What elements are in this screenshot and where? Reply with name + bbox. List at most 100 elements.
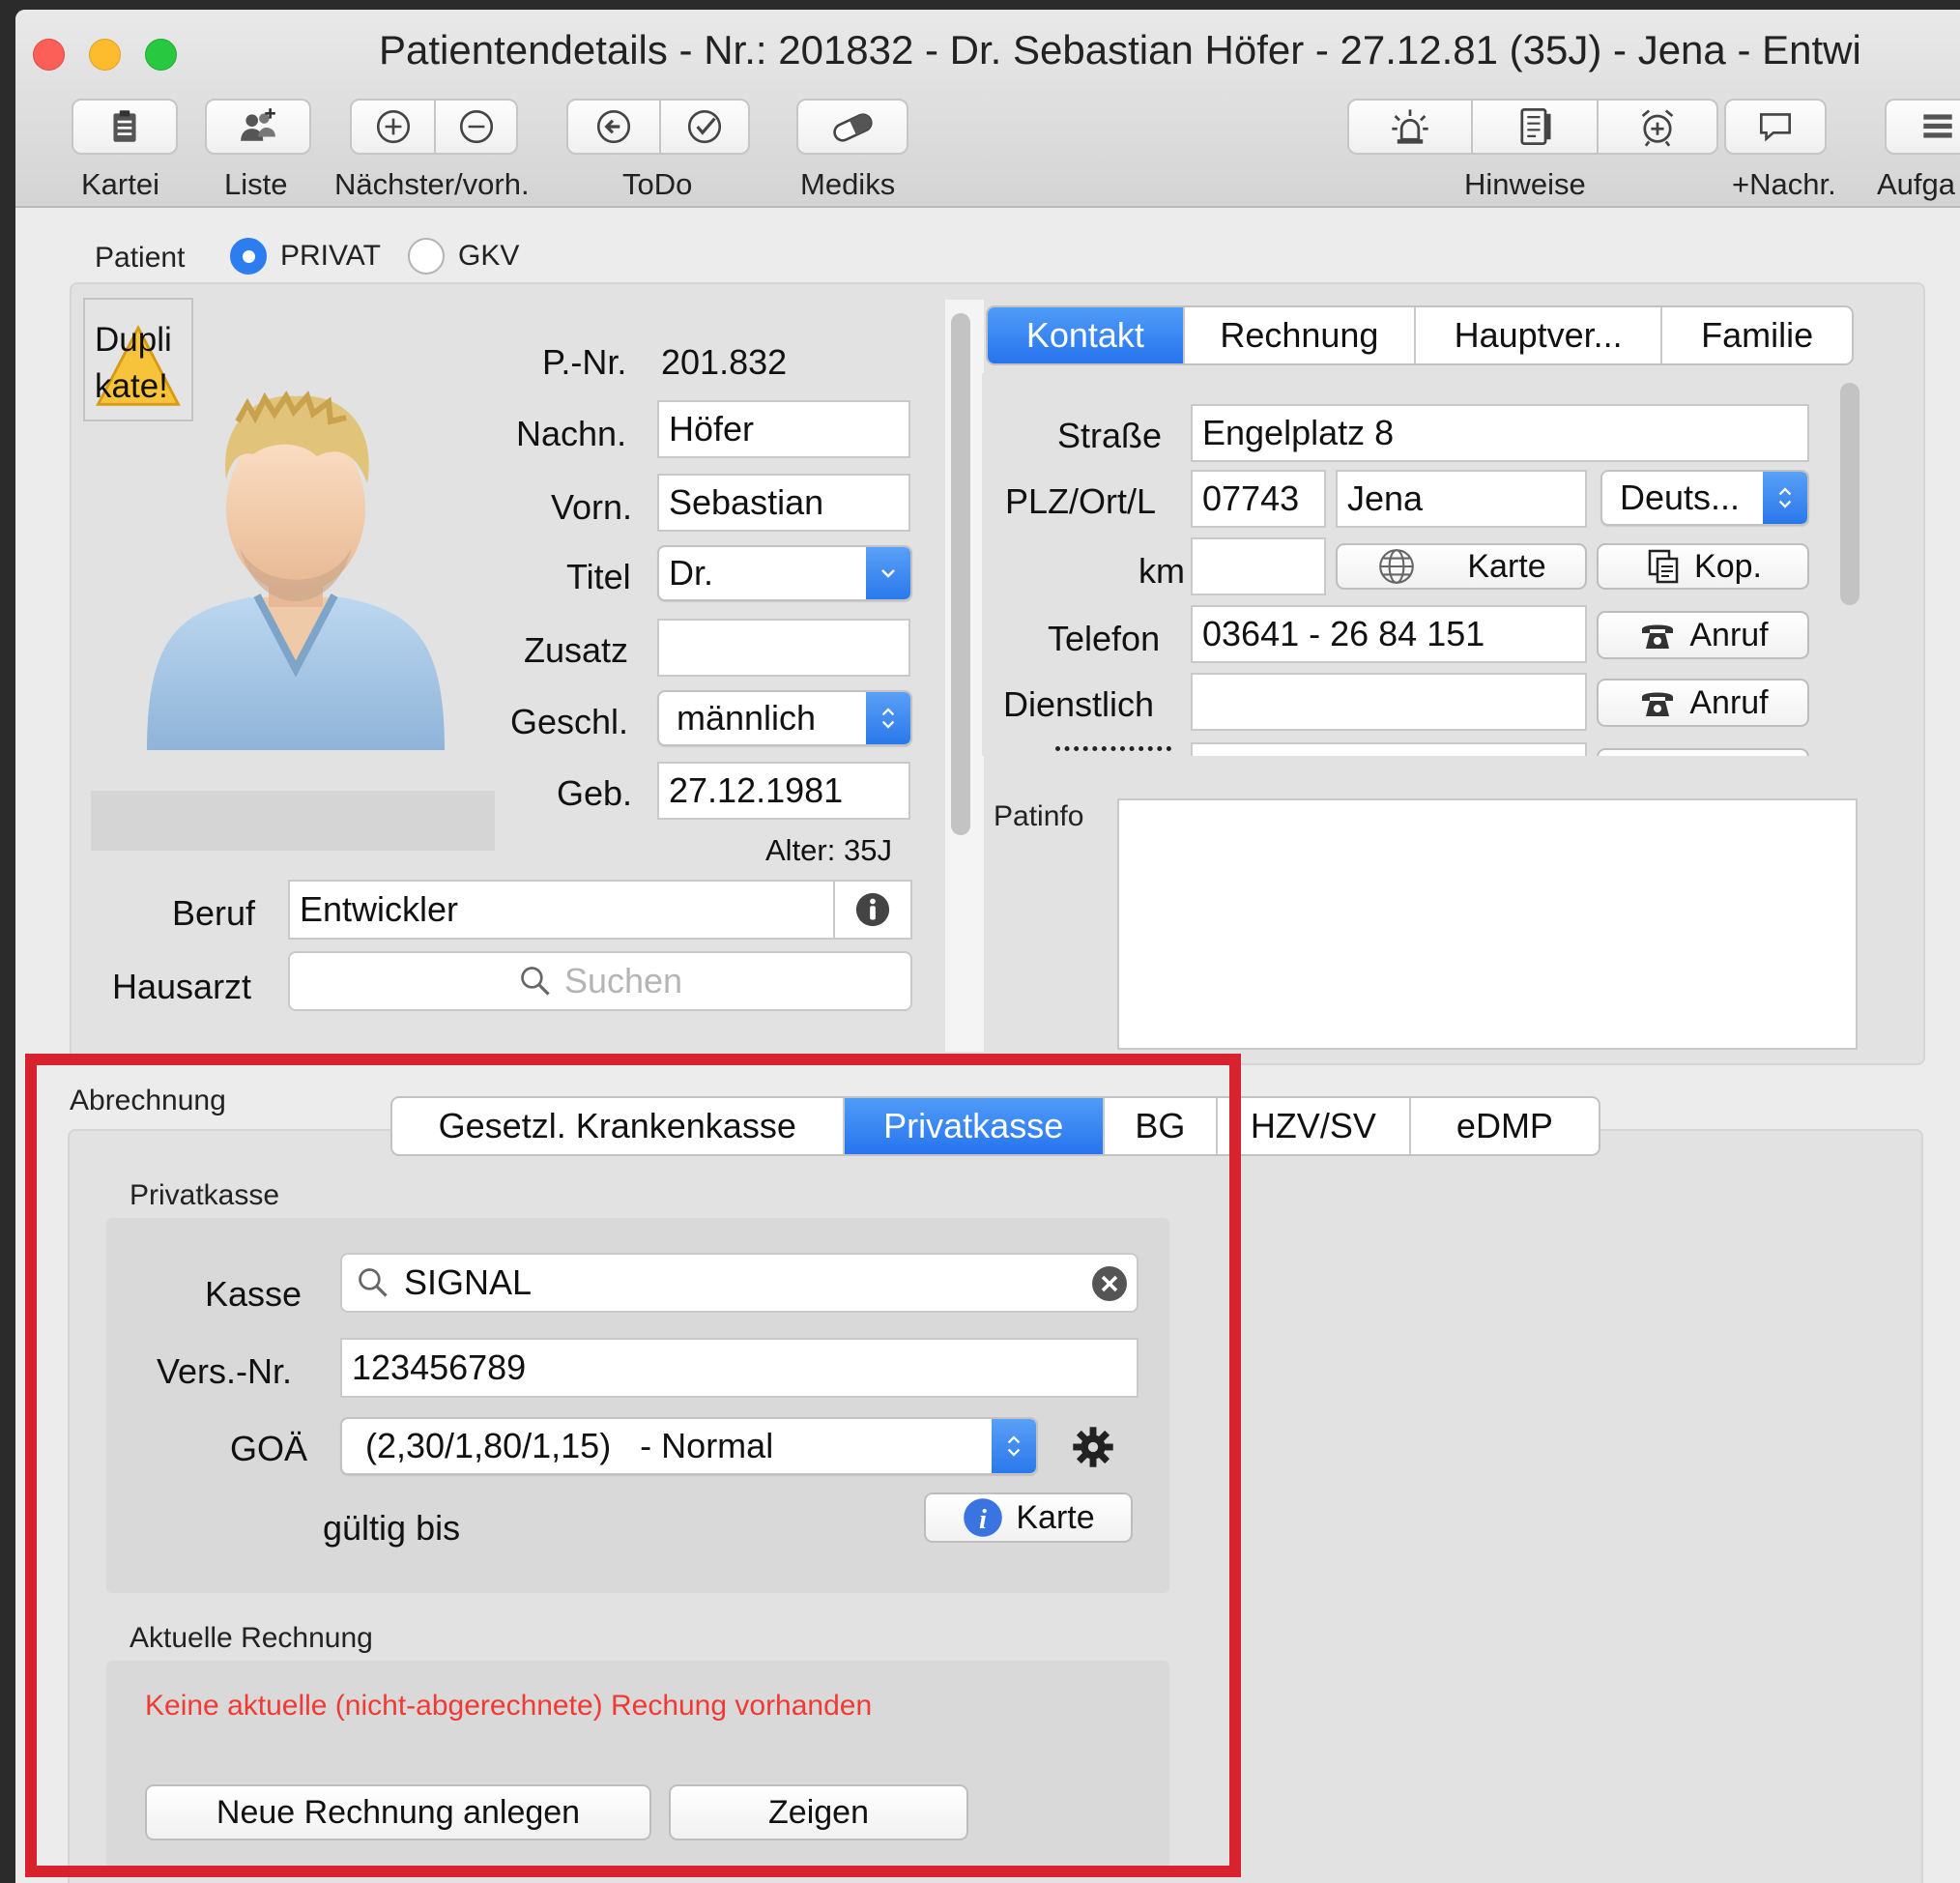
titel-combobox[interactable]: Dr. <box>657 545 912 601</box>
patient-type-label: Patient <box>95 242 186 274</box>
tab-hzv-sv[interactable]: HZV/SV <box>1218 1098 1411 1154</box>
strasse-field[interactable]: Engelplatz 8 <box>1191 404 1809 462</box>
tab-rechnung[interactable]: Rechnung <box>1185 307 1417 363</box>
land-select[interactable]: Deuts... <box>1600 470 1809 526</box>
tab-bg[interactable]: BG <box>1105 1098 1218 1154</box>
hausarzt-search-field[interactable]: Suchen <box>288 951 912 1011</box>
minimize-window-button[interactable] <box>89 39 121 71</box>
goae-settings-button[interactable] <box>1071 1425 1115 1469</box>
copy-address-button[interactable]: Kop. <box>1597 543 1809 590</box>
patinfo-textarea[interactable] <box>1117 798 1858 1050</box>
handy-field[interactable] <box>1191 742 1587 756</box>
telephone-icon <box>1642 624 1674 649</box>
versichertenkarte-button[interactable]: i Karte <box>924 1492 1133 1543</box>
call-telefon-label: Anruf <box>1689 616 1769 653</box>
up-down-chevron-icon <box>881 708 895 729</box>
beruf-field[interactable]: Entwickler <box>288 880 912 940</box>
tab-gesetzl-krankenkasse[interactable]: Gesetzl. Krankenkasse <box>392 1098 845 1154</box>
geschlecht-select[interactable]: männlich <box>657 690 912 746</box>
kasse-search-field[interactable]: SIGNAL <box>340 1253 1139 1313</box>
telefon-field[interactable]: 03641 - 26 84 151 <box>1191 605 1587 663</box>
show-invoice-button[interactable]: Zeigen <box>669 1784 968 1840</box>
geburtsdatum-label: Geb. <box>557 773 633 813</box>
avatar-caption-bar <box>91 791 495 851</box>
titel-dropdown-toggle[interactable] <box>866 547 910 599</box>
new-invoice-button[interactable]: Neue Rechnung anlegen <box>145 1784 651 1840</box>
task-list-icon <box>1923 114 1952 138</box>
hausarzt-placeholder: Suchen <box>563 961 683 1000</box>
tab-privatkasse[interactable]: Privatkasse <box>844 1098 1105 1154</box>
billing-tabbar: Gesetzl. Krankenkasse Privatkasse BG HZV… <box>390 1096 1600 1156</box>
zusatz-field[interactable] <box>657 619 910 677</box>
beruf-info-button[interactable] <box>833 882 910 938</box>
gear-icon <box>1073 1427 1113 1467</box>
call-handy-button[interactable] <box>1597 748 1809 756</box>
patient-column-scrollbar[interactable] <box>945 300 984 1052</box>
window-title: Patientendetails - Nr.: 201832 - Dr. Seb… <box>379 27 1861 72</box>
zusatz-label: Zusatz <box>524 630 629 670</box>
telephone-icon <box>1642 692 1674 716</box>
scrollbar-thumb[interactable] <box>951 313 970 835</box>
new-message-label: +Nachr. <box>1732 167 1836 201</box>
patient-details-window: Patientendetails - Nr.: 201832 - Dr. Seb… <box>15 10 1960 1883</box>
pill-icon <box>833 113 873 142</box>
land-stepper[interactable] <box>1763 472 1807 524</box>
new-invoice-label: Neue Rechnung anlegen <box>216 1793 581 1831</box>
current-invoice-title: Aktuelle Rechnung <box>130 1622 373 1654</box>
todo-check-button[interactable] <box>661 101 748 153</box>
billing-label: Abrechnung <box>70 1085 226 1116</box>
map-button[interactable]: Karte <box>1336 543 1587 590</box>
notes-button[interactable] <box>1473 101 1597 153</box>
kasse-label: Kasse <box>205 1274 303 1314</box>
plz-ort-label: PLZ/Ort/L <box>1005 481 1157 521</box>
plz-field[interactable]: 07743 <box>1191 470 1326 528</box>
tasks-label: Aufga <box>1877 167 1956 201</box>
geburtsdatum-field[interactable]: 27.12.1981 <box>657 762 910 820</box>
kartei-button[interactable] <box>72 99 178 155</box>
close-window-button[interactable] <box>33 39 65 71</box>
gueltig-bis-label: gültig bis <box>323 1508 461 1548</box>
tab-kontakt[interactable]: Kontakt <box>988 307 1185 363</box>
next-prev-label: Nächster/vorh. <box>334 167 530 201</box>
contact-scrollbar-thumb[interactable] <box>1840 383 1859 605</box>
next-patient-button[interactable] <box>352 101 434 153</box>
hinweise-label: Hinweise <box>1464 167 1586 201</box>
geschlecht-stepper[interactable] <box>866 692 910 744</box>
goae-select[interactable]: (2,30/1,80/1,15) - Normal <box>340 1417 1038 1475</box>
goae-stepper[interactable] <box>992 1419 1036 1473</box>
call-dienstlich-button[interactable]: Anruf <box>1597 679 1809 727</box>
liste-button[interactable] <box>205 99 311 155</box>
mediks-label: Mediks <box>800 167 896 201</box>
alarm-clock-button[interactable] <box>1599 101 1716 153</box>
tab-edmp[interactable]: eDMP <box>1411 1098 1599 1154</box>
todo-back-button[interactable] <box>568 101 659 153</box>
km-field[interactable] <box>1191 537 1326 595</box>
titel-label: Titel <box>566 557 631 596</box>
tab-hauptversicherter[interactable]: Hauptver... <box>1416 307 1663 363</box>
call-telefon-button[interactable]: Anruf <box>1597 611 1809 659</box>
alarm-clock-icon <box>1641 109 1674 147</box>
versnr-field[interactable]: 123456789 <box>340 1338 1139 1398</box>
dienstlich-field[interactable] <box>1191 673 1587 731</box>
gkv-radio[interactable] <box>408 238 445 275</box>
new-message-button[interactable] <box>1724 99 1827 155</box>
privatkasse-section-title: Privatkasse <box>130 1179 280 1211</box>
telefon-label: Telefon <box>1048 619 1161 658</box>
zoom-window-button[interactable] <box>145 39 177 71</box>
tab-familie[interactable]: Familie <box>1662 307 1852 363</box>
patinfo-label: Patinfo <box>994 800 1084 832</box>
vorname-field[interactable]: Sebastian <box>657 474 910 532</box>
nachname-field[interactable]: Höfer <box>657 400 910 458</box>
ort-field[interactable]: Jena <box>1336 470 1587 528</box>
tasks-button[interactable] <box>1885 99 1960 155</box>
alarm-light-button[interactable] <box>1349 101 1471 153</box>
chevron-down-icon <box>881 569 895 578</box>
add-users-icon <box>241 108 275 141</box>
previous-patient-button[interactable] <box>436 101 516 153</box>
privat-radio[interactable] <box>230 238 267 275</box>
clear-search-icon[interactable] <box>1090 1264 1129 1303</box>
info-circle-icon <box>855 892 890 927</box>
mediks-button[interactable] <box>796 99 908 155</box>
pnr-value: 201.832 <box>661 342 788 382</box>
liste-label: Liste <box>224 167 288 201</box>
